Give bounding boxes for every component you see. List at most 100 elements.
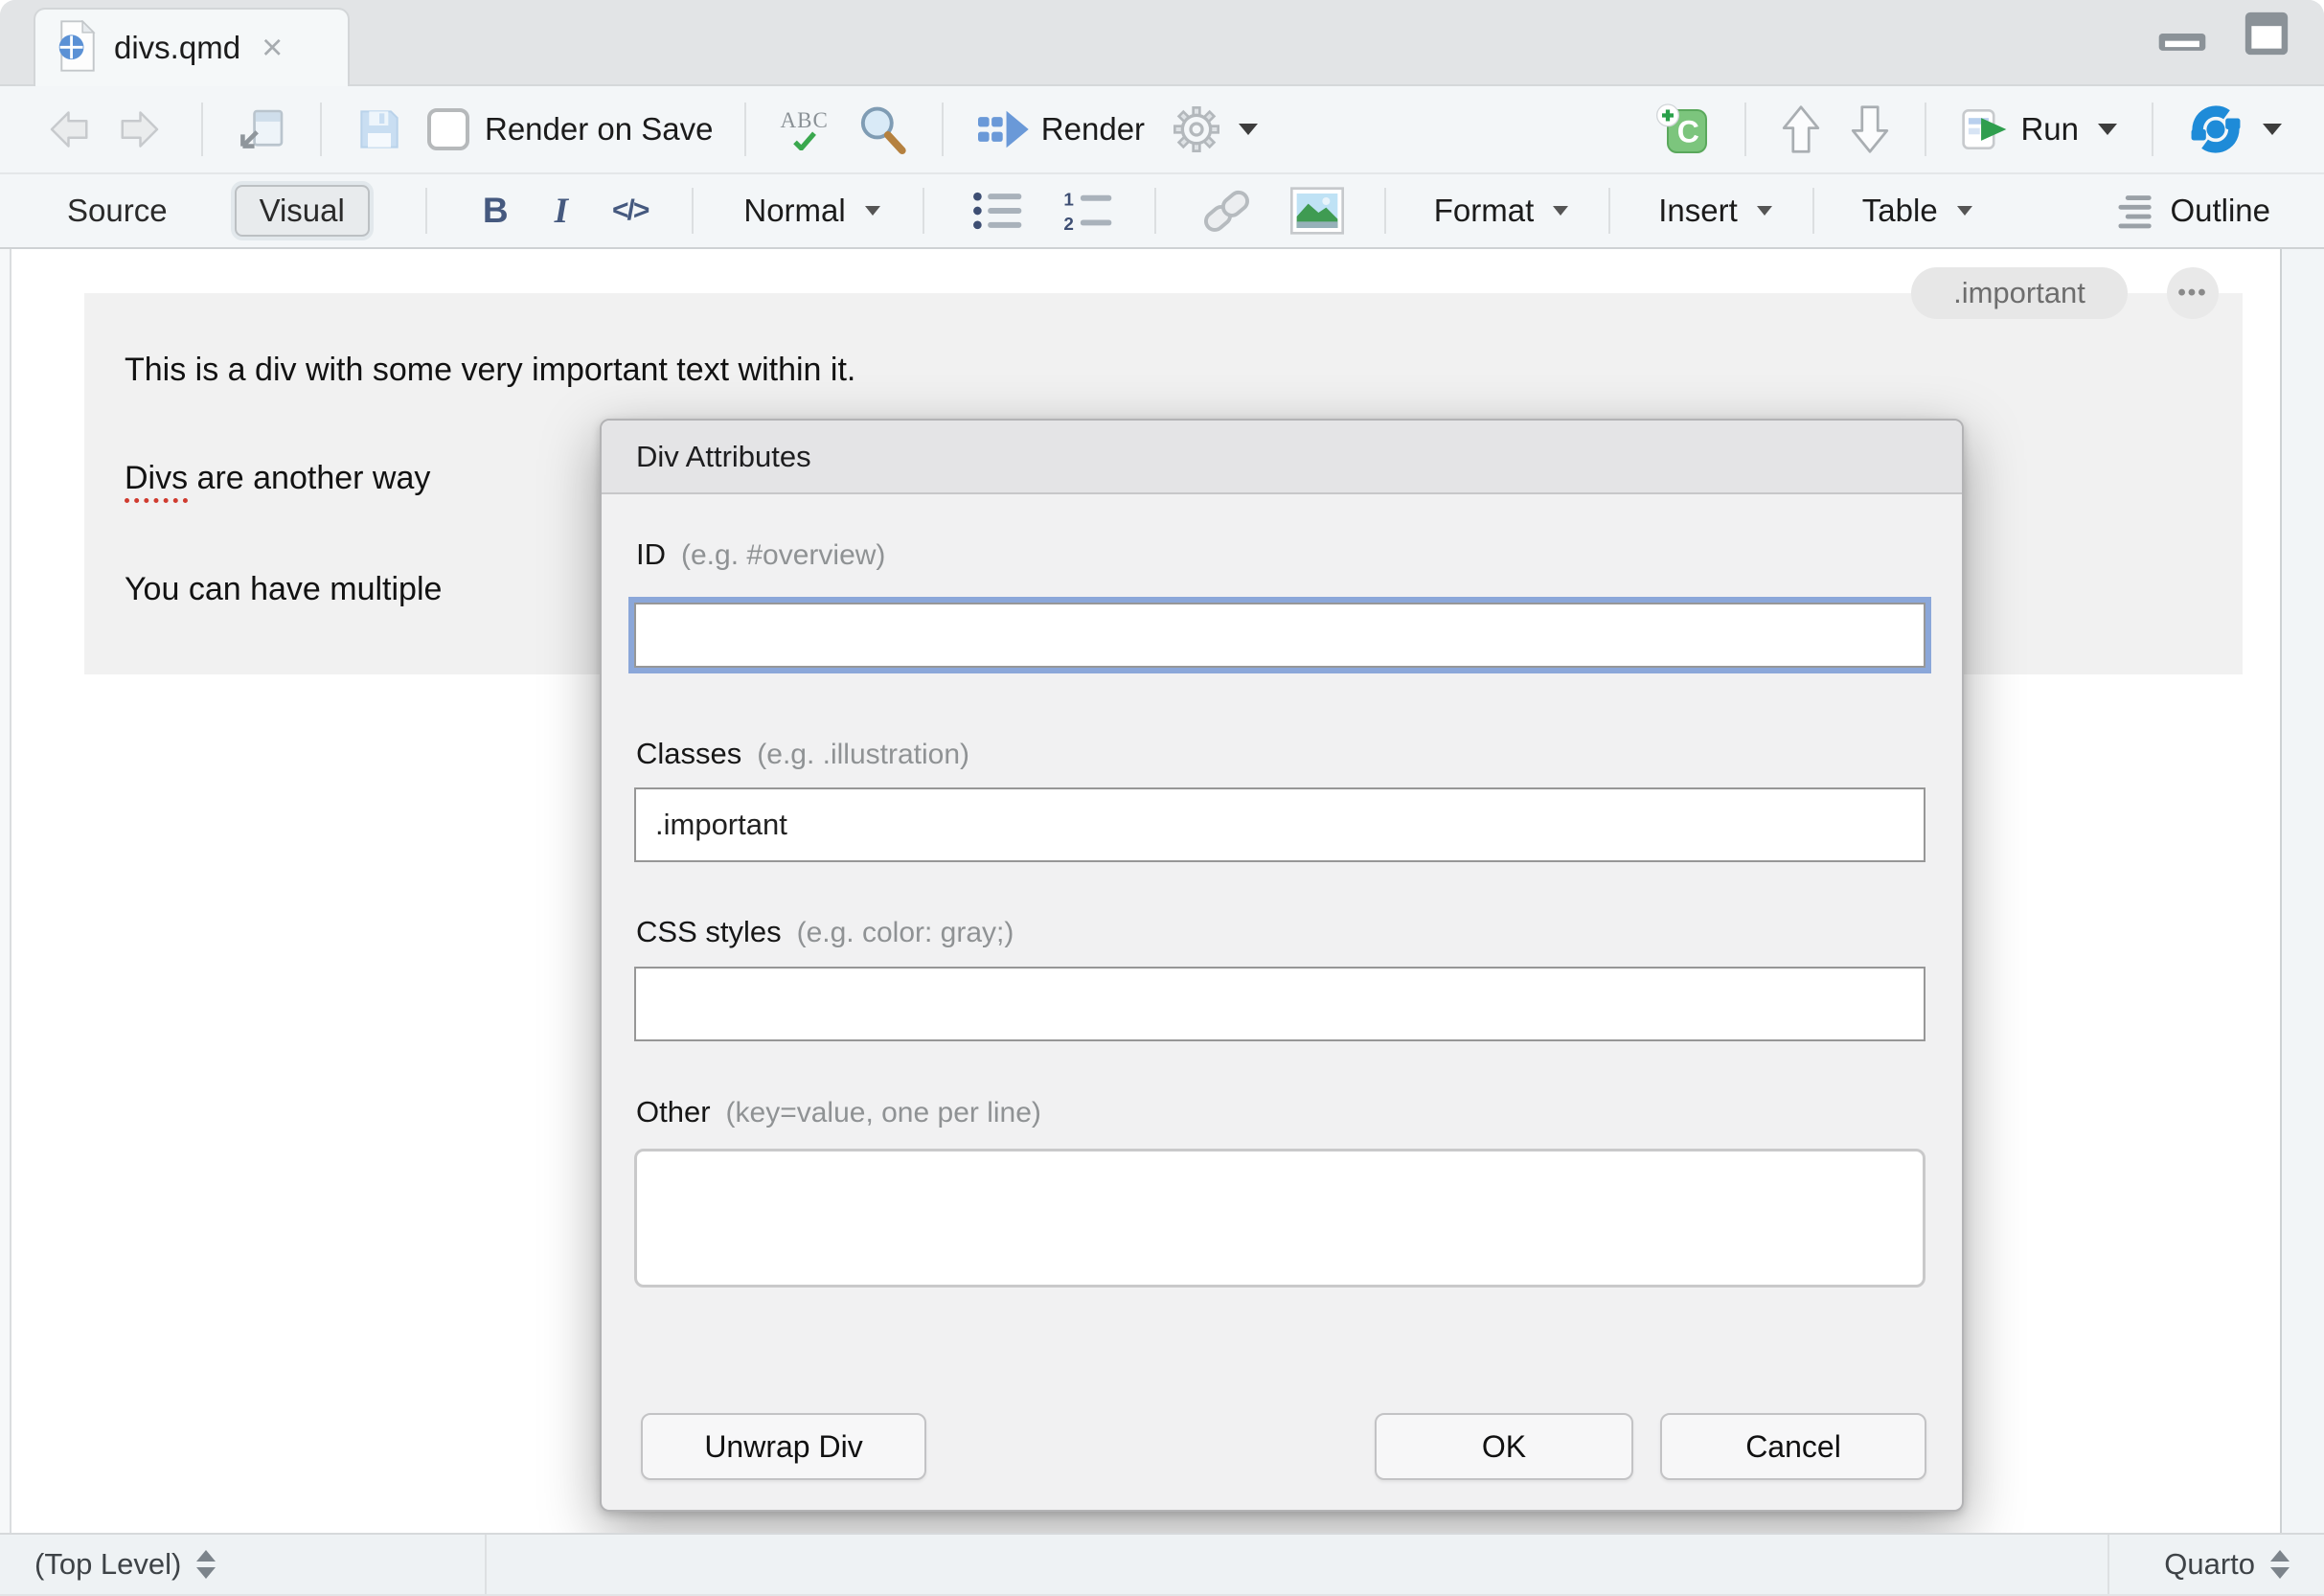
image-icon — [1290, 187, 1344, 235]
classes-field-label: Classes(e.g. .illustration) — [636, 737, 969, 771]
paragraph[interactable]: This is a div with some very important t… — [125, 352, 855, 389]
divider — [942, 103, 944, 156]
tab-divs-qmd[interactable]: divs.qmd × — [34, 8, 350, 86]
link-button[interactable] — [1198, 184, 1256, 238]
chevron-down-icon — [865, 206, 880, 216]
scope-label: (Top Level) — [34, 1547, 181, 1582]
cancel-button[interactable]: Cancel — [1660, 1413, 1926, 1480]
ok-button[interactable]: OK — [1375, 1413, 1633, 1480]
misspelled-word[interactable]: Divs — [125, 460, 188, 503]
render-label: Render — [1041, 111, 1145, 148]
divider — [2152, 103, 2153, 156]
svg-text:1: 1 — [1063, 191, 1074, 211]
forward-icon — [119, 108, 167, 150]
maximize-icon[interactable] — [2238, 10, 2295, 62]
tab-bar: divs.qmd × — [0, 0, 2324, 86]
editor-document: This is a div with some very important t… — [0, 249, 2324, 1533]
open-in-new-window-button[interactable] — [234, 103, 289, 155]
back-button[interactable] — [38, 104, 94, 154]
italic-button[interactable]: I — [551, 187, 572, 236]
image-button[interactable] — [1287, 183, 1348, 239]
divider — [1384, 188, 1386, 234]
format-menu-label: Format — [1434, 193, 1535, 229]
insert-chunk-icon: C — [1656, 103, 1710, 156]
other-field-label: Other(key=value, one per line) — [636, 1095, 1041, 1129]
next-chunk-button[interactable] — [1846, 101, 1894, 158]
paragraph-text: are another way — [188, 460, 430, 496]
divider — [744, 103, 746, 156]
div-options-button[interactable]: ••• — [2167, 267, 2219, 319]
source-mode-button[interactable]: Source — [50, 185, 185, 237]
paragraph[interactable]: You can have multiple — [125, 571, 442, 608]
id-input[interactable] — [634, 603, 1925, 668]
spellcheck-button[interactable]: ABC — [777, 105, 832, 154]
css-styles-input[interactable] — [634, 967, 1925, 1041]
editor-left-gutter — [0, 249, 11, 1533]
rstudio-editor-window: divs.qmd × — [0, 0, 2324, 1596]
sort-arrows-icon — [2270, 1550, 2290, 1579]
chevron-down-icon — [2098, 124, 2117, 135]
format-toolbar: Source Visual B I </> Normal 1 2 — [0, 174, 2324, 249]
bold-button[interactable]: B — [479, 187, 513, 235]
outline-toggle-button[interactable]: Outline — [2112, 188, 2274, 234]
document-format-label: Quarto — [2164, 1547, 2255, 1582]
paragraph-style-label: Normal — [743, 193, 845, 229]
window-controls — [2152, 10, 2295, 62]
search-icon — [857, 104, 907, 154]
bullet-list-icon — [972, 190, 1024, 232]
paragraph-style-dropdown[interactable]: Normal — [740, 189, 883, 233]
divider — [1608, 188, 1610, 234]
divider — [1154, 188, 1156, 234]
forward-button[interactable] — [115, 104, 171, 154]
outline-icon — [2116, 192, 2158, 230]
main-toolbar: Render on Save ABC Render — [0, 86, 2324, 174]
link-icon — [1202, 188, 1252, 234]
dialog-titlebar[interactable]: Div Attributes — [602, 421, 1962, 494]
other-textarea[interactable] — [634, 1149, 1925, 1288]
save-button[interactable] — [353, 103, 406, 156]
insert-chunk-button[interactable]: C — [1652, 99, 1714, 160]
render-on-save-label: Render on Save — [485, 111, 714, 148]
id-field-label: ID(e.g. #overview) — [636, 537, 885, 572]
scrollbar-track[interactable] — [2280, 249, 2324, 1533]
id-field-hint: (e.g. #overview) — [681, 539, 885, 571]
sort-arrows-icon — [196, 1550, 216, 1579]
divider — [425, 188, 427, 234]
minimize-icon[interactable] — [2152, 10, 2213, 62]
scope-selector[interactable]: (Top Level) — [11, 1535, 487, 1594]
div-class-badge[interactable]: .important — [1911, 267, 2128, 319]
render-button[interactable]: Render — [974, 103, 1149, 155]
run-label: Run — [2020, 111, 2079, 148]
save-icon — [356, 106, 402, 152]
visual-mode-button[interactable]: Visual — [235, 185, 370, 237]
chevron-down-icon — [1757, 206, 1772, 216]
paragraph[interactable]: Divs are another way — [125, 460, 430, 497]
tab-close-icon[interactable]: × — [262, 30, 283, 66]
find-replace-button[interactable] — [854, 101, 911, 158]
arrow-down-icon — [1850, 104, 1890, 154]
back-icon — [42, 108, 90, 150]
previous-chunk-button[interactable] — [1777, 101, 1825, 158]
document-format-selector[interactable]: Quarto — [2108, 1535, 2314, 1594]
unwrap-div-button[interactable]: Unwrap Div — [641, 1413, 926, 1480]
render-options-button[interactable] — [1170, 103, 1262, 156]
render-on-save-checkbox[interactable] — [427, 108, 469, 150]
bullet-list-button[interactable] — [968, 186, 1028, 236]
arrow-up-icon — [1781, 104, 1821, 154]
popout-icon — [238, 107, 285, 151]
chevron-down-icon — [2263, 124, 2282, 135]
code-button[interactable]: </> — [608, 191, 651, 231]
css-styles-field-label: CSS styles(e.g. color: gray;) — [636, 915, 1014, 949]
format-menu[interactable]: Format — [1430, 189, 1573, 233]
status-bar: (Top Level) Quarto — [0, 1533, 2324, 1594]
run-button[interactable]: Run — [1957, 103, 2121, 156]
chevron-down-icon — [1957, 206, 1972, 216]
insert-menu[interactable]: Insert — [1654, 189, 1776, 233]
divider — [1925, 103, 1926, 156]
table-menu[interactable]: Table — [1858, 189, 1976, 233]
divider — [1812, 188, 1814, 234]
publish-button[interactable] — [2184, 99, 2286, 160]
numbered-list-button[interactable]: 1 2 — [1059, 186, 1118, 236]
classes-input[interactable] — [634, 787, 1925, 862]
divider — [320, 103, 322, 156]
